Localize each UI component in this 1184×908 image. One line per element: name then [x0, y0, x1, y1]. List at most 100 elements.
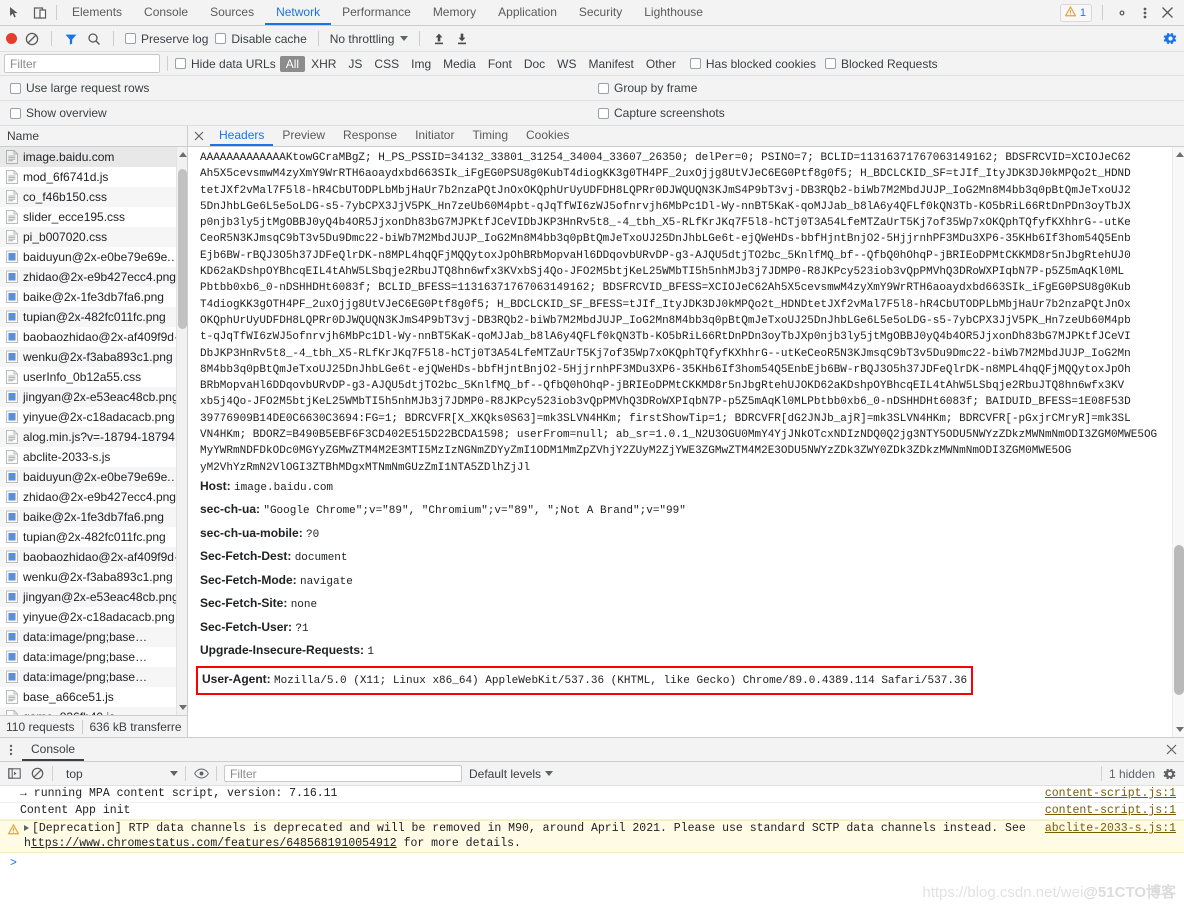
detail-tab-cookies[interactable]: Cookies: [517, 126, 578, 146]
preserve-log-checkbox[interactable]: Preserve log: [125, 32, 208, 46]
search-icon[interactable]: [86, 31, 102, 47]
table-row[interactable]: baike@2x-1fe3db7fa6.png: [0, 507, 187, 527]
header-value[interactable]: none: [291, 599, 317, 611]
export-har-icon[interactable]: [454, 31, 470, 47]
scroll-up-arrow-icon[interactable]: [179, 152, 187, 157]
scrollbar-thumb[interactable]: [178, 169, 187, 329]
table-row[interactable]: yinyue@2x-c18adacacb.png: [0, 407, 187, 427]
type-filter-xhr[interactable]: XHR: [305, 56, 342, 72]
blocked-requests-checkbox[interactable]: Blocked Requests: [824, 57, 938, 71]
disable-cache-checkbox[interactable]: Disable cache: [215, 32, 307, 46]
list-item[interactable]: Content App init content-script.js:1: [0, 803, 1184, 820]
close-icon[interactable]: [1158, 738, 1184, 761]
requests-scrollbar[interactable]: [176, 147, 187, 715]
import-har-icon[interactable]: [431, 31, 447, 47]
table-row[interactable]: image.baidu.com: [0, 147, 187, 167]
type-filter-font[interactable]: Font: [482, 56, 518, 72]
scroll-down-arrow-icon[interactable]: [179, 705, 187, 710]
type-filter-manifest[interactable]: Manifest: [583, 56, 640, 72]
type-filter-ws[interactable]: WS: [551, 56, 582, 72]
table-row[interactable]: baike@2x-1fe3db7fa6.png: [0, 287, 187, 307]
table-row[interactable]: tupian@2x-482fc011fc.png: [0, 307, 187, 327]
scrollbar-thumb[interactable]: [1174, 545, 1184, 695]
console-message-source[interactable]: abclite-2033-s.js:1: [1045, 822, 1184, 835]
type-filter-js[interactable]: JS: [342, 56, 368, 72]
drawer-tab-console[interactable]: Console: [22, 738, 85, 761]
table-row[interactable]: data:image/png;base…: [0, 647, 187, 667]
device-toolbar-icon[interactable]: [31, 4, 48, 21]
headers-content[interactable]: AAAAAAAAAAAAAKtowGCraMBgZ; H_PS_PSSID=34…: [188, 147, 1184, 737]
table-row[interactable]: wenku@2x-f3aba893c1.png: [0, 347, 187, 367]
table-row[interactable]: game_836fb40.js: [0, 707, 187, 715]
table-row[interactable]: baobaozhidao@2x-af409f9d·: [0, 327, 187, 347]
inspect-element-icon[interactable]: [6, 4, 23, 21]
gear-icon[interactable]: [1113, 4, 1130, 21]
tab-console[interactable]: Console: [133, 0, 199, 25]
console-message-source[interactable]: content-script.js:1: [1045, 804, 1184, 817]
header-value[interactable]: navigate: [300, 576, 353, 588]
table-row[interactable]: abclite-2033-s.js: [0, 447, 187, 467]
kebab-menu-icon[interactable]: [1136, 4, 1153, 21]
table-row[interactable]: co_f46b150.css: [0, 187, 187, 207]
type-filter-doc[interactable]: Doc: [518, 56, 551, 72]
clear-console-icon[interactable]: [29, 766, 45, 782]
expand-arrow-icon[interactable]: [24, 825, 29, 831]
tab-lighthouse[interactable]: Lighthouse: [633, 0, 714, 25]
console-message-source[interactable]: content-script.js:1: [1045, 787, 1184, 800]
console-prompt[interactable]: >: [0, 853, 1184, 873]
warning-count-badge[interactable]: 1: [1059, 3, 1092, 22]
list-item[interactable]: [Deprecation] RTP data channels is depre…: [0, 820, 1184, 853]
table-row[interactable]: baiduyun@2x-e0be79e69e.…: [0, 247, 187, 267]
type-filter-css[interactable]: CSS: [368, 56, 405, 72]
table-row[interactable]: data:image/png;base…: [0, 667, 187, 687]
tab-memory[interactable]: Memory: [422, 0, 487, 25]
requests-column-header[interactable]: Name: [0, 126, 187, 147]
tab-network[interactable]: Network: [265, 0, 332, 25]
tab-application[interactable]: Application: [487, 0, 568, 25]
scroll-down-arrow-icon[interactable]: [1176, 727, 1184, 732]
filter-icon[interactable]: [63, 31, 79, 47]
headers-scrollbar[interactable]: [1172, 147, 1184, 737]
tab-sources[interactable]: Sources: [199, 0, 265, 25]
throttling-dropdown[interactable]: No throttling: [330, 32, 409, 46]
detail-tab-response[interactable]: Response: [334, 126, 406, 146]
scroll-up-arrow-icon[interactable]: [1176, 152, 1184, 157]
filter-input[interactable]: Filter: [4, 54, 160, 73]
tab-security[interactable]: Security: [568, 0, 633, 25]
table-row[interactable]: userInfo_0b12a55.css: [0, 367, 187, 387]
type-filter-all[interactable]: All: [279, 55, 306, 72]
table-row[interactable]: data:image/png;base…: [0, 627, 187, 647]
table-row[interactable]: zhidao@2x-e9b427ecc4.png: [0, 487, 187, 507]
use-large-request-rows-checkbox[interactable]: Use large request rows: [10, 81, 598, 95]
close-icon[interactable]: [188, 126, 210, 146]
table-row[interactable]: yinyue@2x-c18adacacb.png: [0, 607, 187, 627]
type-filter-media[interactable]: Media: [437, 56, 482, 72]
header-value[interactable]: Mozilla/5.0 (X11; Linux x86_64) AppleWeb…: [274, 675, 967, 687]
execute-sidebar-icon[interactable]: [6, 766, 22, 782]
capture-screenshots-checkbox[interactable]: Capture screenshots: [598, 106, 725, 120]
table-row[interactable]: base_a66ce51.js: [0, 687, 187, 707]
table-row[interactable]: slider_ecce195.css: [0, 207, 187, 227]
table-row[interactable]: jingyan@2x-e53eac48cb.png: [0, 587, 187, 607]
gear-icon[interactable]: [1162, 766, 1178, 782]
table-row[interactable]: zhidao@2x-e9b427ecc4.png: [0, 267, 187, 287]
console-filter-input[interactable]: Filter: [224, 765, 462, 782]
group-by-frame-checkbox[interactable]: Group by frame: [598, 81, 697, 95]
requests-list[interactable]: image.baidu.com mod_6f6741d.js co_f46b150.…: [0, 147, 187, 715]
header-value[interactable]: 1: [367, 646, 374, 658]
detail-tab-initiator[interactable]: Initiator: [406, 126, 463, 146]
table-row[interactable]: baiduyun@2x-e0be79e69e.…: [0, 467, 187, 487]
detail-tab-headers[interactable]: Headers: [210, 126, 274, 146]
detail-tab-timing[interactable]: Timing: [463, 126, 517, 146]
record-button[interactable]: [6, 33, 17, 44]
clear-button[interactable]: [24, 31, 40, 47]
execution-context-dropdown[interactable]: top: [60, 767, 178, 781]
table-row[interactable]: baobaozhidao@2x-af409f9d·: [0, 547, 187, 567]
hide-data-urls-checkbox[interactable]: Hide data URLs: [175, 57, 276, 71]
header-value[interactable]: ?0: [306, 529, 319, 541]
kebab-menu-icon[interactable]: [0, 738, 22, 761]
header-value[interactable]: ?1: [295, 623, 308, 635]
table-row[interactable]: alog.min.js?v=-18794-18794: [0, 427, 187, 447]
header-value[interactable]: image.baidu.com: [234, 482, 333, 494]
table-row[interactable]: pi_b007020.css: [0, 227, 187, 247]
